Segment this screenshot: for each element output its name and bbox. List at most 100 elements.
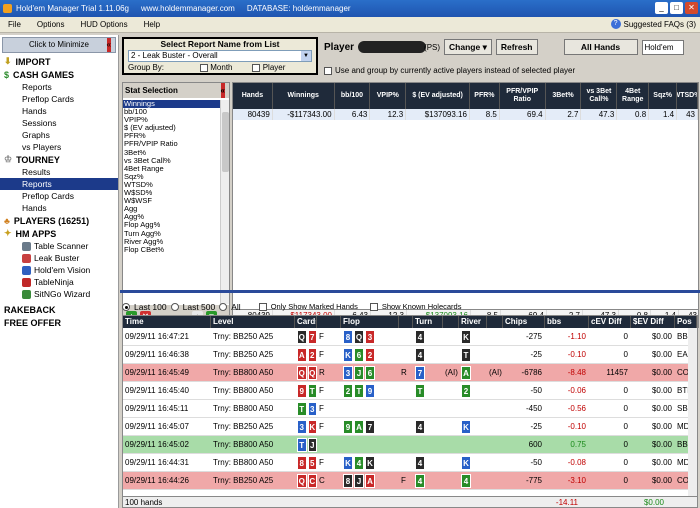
group-by-player[interactable]: Player	[252, 63, 285, 72]
hands-column-header[interactable]: Pos	[675, 316, 697, 328]
sidebar-item-tourney-preflop[interactable]: Preflop Cards	[0, 190, 118, 202]
hand-row[interactable]: 09/29/11 16:45:02 Trny: BB800 A50 T J 600 0.7…	[123, 436, 697, 454]
panel-splitter[interactable]	[120, 290, 700, 293]
hands-column-header[interactable]: Cards	[295, 316, 317, 328]
sidebar-import[interactable]: ⬇ IMPORT	[0, 55, 118, 68]
hands-column-header[interactable]: Level	[211, 316, 295, 328]
hand-row[interactable]: 09/29/11 16:46:38 Trny: BB250 A25 A 2 F K 6 2 4 T…	[123, 346, 697, 364]
player-name-redacted[interactable]	[358, 41, 427, 53]
hand-row[interactable]: 09/29/11 16:45:40 Trny: BB800 A50 9 T F 2 T 9 T 2…	[123, 382, 697, 400]
sidebar-app-leak-buster[interactable]: Leak Buster	[0, 252, 118, 264]
hands-column-header[interactable]: River	[459, 316, 487, 328]
report-column-header[interactable]: Winnings	[273, 83, 335, 109]
hands-column-header[interactable]	[399, 316, 413, 328]
hands-column-header[interactable]: Turn	[413, 316, 443, 328]
hands-column-header[interactable]: Time	[123, 316, 211, 328]
hands-column-header[interactable]: $EV Diff	[631, 316, 675, 328]
hand-history-scrollbar[interactable]	[688, 328, 697, 496]
sidebar-cash-games[interactable]: $ CASH GAMES	[0, 68, 118, 81]
card-icon: 8	[343, 329, 353, 344]
chevron-down-icon[interactable]: ▼	[301, 51, 311, 61]
group-by-month[interactable]: Month	[200, 63, 232, 72]
sidebar-item-cash-hands[interactable]: Hands	[0, 105, 118, 117]
report-column-header[interactable]: Sqz%	[649, 83, 678, 109]
hands-column-header[interactable]: Flop	[341, 316, 399, 328]
hands-column-header[interactable]	[443, 316, 459, 328]
use-active-players-label: Use and group by currently active player…	[335, 66, 576, 75]
known-holecards-checkbox[interactable]	[369, 302, 378, 311]
sidebar-tourney[interactable]: ♔ TOURNEY	[0, 153, 118, 166]
hands-column-header[interactable]: bbs	[545, 316, 589, 328]
report-column-header[interactable]: VPIP%	[370, 83, 407, 109]
menu-help[interactable]: Help	[136, 20, 168, 29]
report-column-header[interactable]: 3Bet%	[546, 83, 582, 109]
faq-link[interactable]: ? Suggested FAQs (3)	[610, 19, 696, 29]
report-column-header[interactable]: vs 3Bet Call%	[581, 83, 618, 109]
hands-column-header[interactable]	[317, 316, 341, 328]
all-hands-radio[interactable]	[219, 302, 228, 311]
use-active-players-option[interactable]: Use and group by currently active player…	[324, 66, 575, 75]
site-link[interactable]: www.holdemmanager.com	[141, 4, 235, 13]
sidebar-app-sitngo-wizard[interactable]: SitNGo Wizard	[0, 288, 118, 300]
sidebar-rakeback[interactable]: RAKEBACK	[0, 303, 118, 316]
sidebar-free-offer[interactable]: FREE OFFER	[0, 316, 118, 329]
hand-row[interactable]: 09/29/11 16:45:49 Trny: BB800 A50 Q Q R 3 J 6 R 7…	[123, 364, 697, 382]
report-column-header[interactable]: Hands	[233, 83, 273, 109]
hand-row[interactable]: 09/29/11 16:44:26 Trny: BB250 A25 Q C C 8 J A F 4…	[123, 472, 697, 490]
stat-list-scrollbar[interactable]	[220, 100, 229, 304]
sidebar-players[interactable]: ♣ PLAYERS (16251)	[0, 214, 118, 227]
report-dropdown[interactable]: 2 - Leak Buster - Overall ▼	[128, 50, 312, 62]
sidebar-item-tourney-reports[interactable]: Reports	[0, 178, 118, 190]
sidebar-app-table-scanner[interactable]: Table Scanner	[0, 240, 118, 252]
stat-item[interactable]: W$WSF	[123, 197, 221, 205]
card-icon: 4	[415, 473, 425, 488]
report-column-header[interactable]: 4Bet Range	[617, 83, 650, 109]
hand-row[interactable]: 09/29/11 16:44:31 Trny: BB800 A50 8 5 F K 4 K 4 K…	[123, 454, 697, 472]
sidebar-item-cash-reports[interactable]: Reports	[0, 81, 118, 93]
hands-column-header[interactable]	[487, 316, 503, 328]
sidebar-item-cash-preflop[interactable]: Preflop Cards	[0, 93, 118, 105]
hand-row[interactable]: 09/29/11 16:47:21 Trny: BB250 A25 Q 7 F 8 Q 3 4 K…	[123, 328, 697, 346]
menu-options[interactable]: Options	[29, 20, 73, 29]
hands-column-header[interactable]: Chips	[503, 316, 545, 328]
close-window-button[interactable]: ✕	[685, 2, 698, 14]
collapse-chevron-icon[interactable]: «	[220, 83, 225, 98]
game-type-field[interactable]: Hold'em	[641, 39, 684, 55]
sidebar-item-results[interactable]: Results	[0, 166, 118, 178]
hand-ev-diff: $0.00	[651, 475, 672, 485]
refresh-button[interactable]: Refresh	[495, 39, 538, 55]
sidebar-app-holdem-vision[interactable]: Hold'em Vision	[0, 264, 118, 276]
hand-row[interactable]: 09/29/11 16:45:11 Trny: BB800 A50 T 3 F -450 -…	[123, 400, 697, 418]
report-column-header[interactable]: PFR%	[470, 83, 500, 109]
sidebar-item-tourney-hands[interactable]: Hands	[0, 202, 118, 214]
all-hands-button[interactable]: All Hands	[563, 39, 638, 55]
report-row[interactable]: 80439 -$117343.00 6.43 12.3 $137093.16 8.5 69.…	[233, 109, 698, 120]
hand-row[interactable]: 09/29/11 16:45:07 Trny: BB250 A25 3 K F 9 A 7 4 K…	[123, 418, 697, 436]
report-column-header[interactable]: $ (EV adjusted)	[406, 83, 470, 109]
report-column-header[interactable]: bb/100	[335, 83, 371, 109]
use-active-players-checkbox[interactable]	[324, 66, 332, 75]
minimize-window-button[interactable]: _	[655, 2, 668, 14]
menu-file[interactable]: File	[0, 20, 29, 29]
last-500-radio[interactable]	[170, 302, 179, 311]
report-column-header[interactable]: WTSD%	[677, 83, 698, 109]
maximize-window-button[interactable]: □	[670, 2, 683, 14]
minimize-sidebar-button[interactable]: Click to Minimize «	[2, 37, 116, 53]
marked-hands-checkbox[interactable]	[258, 302, 267, 311]
report-column-header[interactable]: PFR/VPIP Ratio	[500, 83, 546, 109]
stat-item[interactable]: Flop CBet%	[123, 245, 221, 254]
month-checkbox[interactable]	[200, 63, 209, 72]
sidebar-hm-apps[interactable]: ✦ HM APPS	[0, 227, 118, 240]
hands-column-header[interactable]: cEV Diff	[589, 316, 631, 328]
sidebar-app-tableninja[interactable]: TableNinja	[0, 276, 118, 288]
last-100-radio[interactable]	[122, 302, 130, 311]
change-player-button[interactable]: Change ▾	[444, 39, 492, 55]
card-icon: T	[307, 383, 317, 398]
sidebar-item-sessions[interactable]: Sessions	[0, 117, 118, 129]
preflop-action: F	[319, 385, 324, 395]
sidebar-item-graphs[interactable]: Graphs	[0, 129, 118, 141]
hand-river: K	[459, 418, 487, 435]
player-checkbox[interactable]	[252, 63, 261, 72]
menu-hud-options[interactable]: HUD Options	[72, 20, 135, 29]
sidebar-item-vs-players[interactable]: vs Players	[0, 141, 118, 153]
